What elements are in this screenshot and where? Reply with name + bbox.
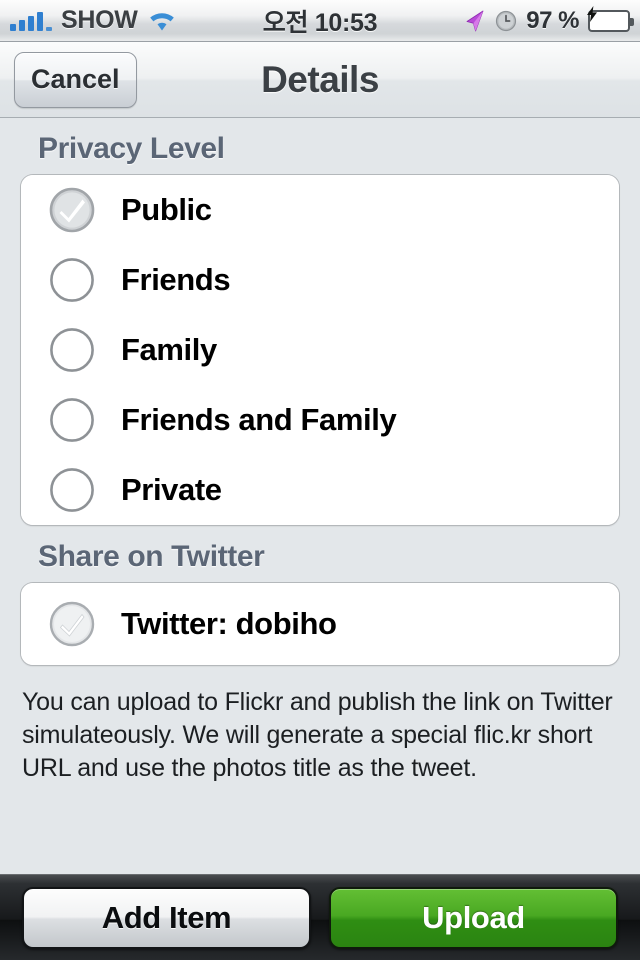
radio-unchecked-icon[interactable]	[49, 257, 95, 303]
wifi-icon	[147, 10, 177, 32]
upload-button[interactable]: Upload	[329, 886, 618, 949]
privacy-option-label: Friends	[121, 262, 231, 297]
privacy-level-group: Public Friends Family Friends and Family Pri…	[20, 174, 620, 526]
privacy-option-row[interactable]: Friends and Family	[21, 385, 619, 455]
privacy-option-label: Public	[121, 192, 212, 227]
twitter-section-header: Share on Twitter	[38, 540, 265, 573]
twitter-account-row[interactable]: Twitter: dobiho	[21, 583, 619, 665]
phone-screen: SHOW 오전 10:53 97 % Cancel Details Privac…	[0, 0, 640, 960]
battery-percent-label: 97 %	[526, 6, 579, 34]
privacy-option-row[interactable]: Friends	[21, 245, 619, 315]
twitter-account-label: Twitter: dobiho	[121, 606, 337, 641]
status-bar-right: 97 %	[464, 5, 634, 35]
radio-unchecked-icon[interactable]	[49, 397, 95, 443]
privacy-option-row[interactable]: Public	[21, 175, 619, 245]
radio-checked-icon[interactable]	[49, 187, 95, 233]
privacy-option-row[interactable]: Family	[21, 315, 619, 385]
battery-charging-icon	[587, 5, 634, 32]
bottom-toolbar: Add Item Upload	[0, 874, 640, 960]
privacy-option-row[interactable]: Private	[21, 455, 619, 525]
location-arrow-icon	[464, 9, 486, 33]
privacy-option-label: Family	[121, 332, 217, 367]
twitter-note-text: You can upload to Flickr and publish the…	[22, 688, 613, 782]
alarm-clock-icon	[495, 10, 517, 32]
carrier-name: SHOW	[61, 6, 138, 34]
cancel-button[interactable]: Cancel	[14, 51, 137, 108]
radio-unchecked-icon[interactable]	[49, 467, 95, 513]
radio-unchecked-icon[interactable]	[49, 327, 95, 373]
privacy-option-label: Private	[121, 472, 222, 507]
checkbox-checked-light-icon[interactable]	[49, 601, 95, 647]
twitter-group: Twitter: dobiho	[20, 582, 620, 666]
signal-bars-icon	[10, 11, 52, 31]
privacy-section-header: Privacy Level	[38, 132, 225, 165]
privacy-option-label: Friends and Family	[121, 402, 397, 437]
add-item-button[interactable]: Add Item	[22, 886, 311, 949]
navigation-bar: Cancel Details	[0, 42, 640, 118]
status-bar: SHOW 오전 10:53 97 %	[0, 0, 640, 42]
status-bar-left: SHOW	[10, 6, 177, 35]
content-area: Privacy Level Public Friends Family Friends…	[0, 118, 640, 874]
